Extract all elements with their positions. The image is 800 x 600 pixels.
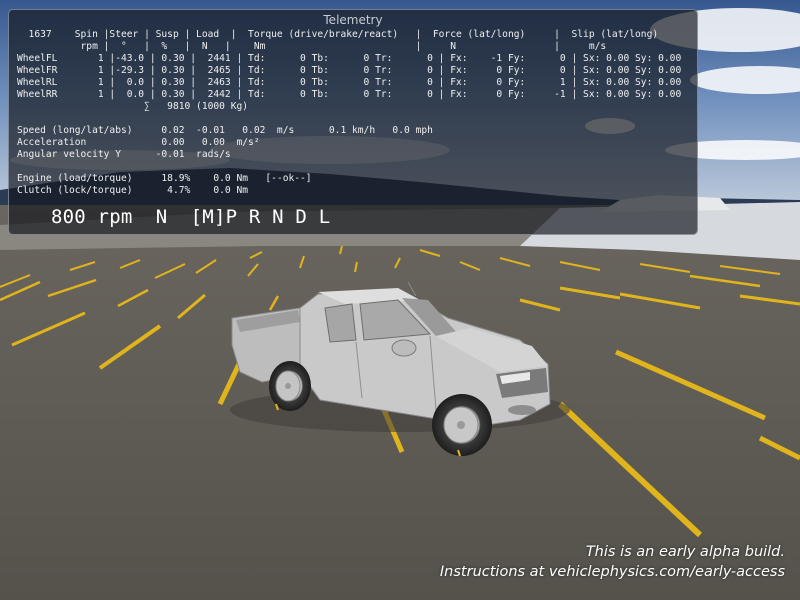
notice-line-1: This is an early alpha build.	[585, 544, 785, 560]
telemetry-wheel-fr: WheelFR 1 |-29.3 | 0.30 | 2465 | Td: 0 T…	[17, 65, 682, 76]
telemetry-acceleration: Acceleration 0.00 0.00 m/s²	[17, 137, 260, 148]
telemetry-panel: Telemetry 1637 Spin |Steer | Susp | Load…	[8, 9, 698, 235]
telemetry-title: Telemetry	[323, 13, 383, 27]
telemetry-header-units: rpm | ° | % | N | Nm | N | m/s	[17, 41, 607, 52]
notice-line-2: Instructions at vehiclephysics.com/early…	[439, 564, 785, 580]
telemetry-wheel-fl: WheelFL 1 |-43.0 | 0.30 | 2441 | Td: 0 T…	[17, 53, 682, 64]
rear-wheel	[269, 361, 311, 411]
rpm-gear-indicator: 800 rpm N [M]P R N D L	[51, 206, 331, 228]
telemetry-header-labels: 1637 Spin |Steer | Susp | Load | Torque …	[17, 29, 659, 40]
telemetry-speed: Speed (long/lat/abs) 0.02 -0.01 0.02 m/s…	[17, 125, 433, 136]
alpha-build-notice: This is an early alpha build. Instructio…	[440, 542, 785, 582]
telemetry-engine: Engine (load/torque) 18.9% 0.0 Nm [--ok-…	[17, 173, 312, 184]
telemetry-load-sum: ∑ 9810 (1000 Kg)	[17, 101, 249, 112]
telemetry-wheel-rr: WheelRR 1 | 0.0 | 0.30 | 2442 | Td: 0 Tb…	[17, 89, 682, 100]
telemetry-clutch: Clutch (lock/torque) 4.7% 0.0 Nm	[17, 185, 249, 196]
telemetry-wheel-rl: WheelRL 1 | 0.0 | 0.30 | 2463 | Td: 0 Tb…	[17, 77, 682, 88]
telemetry-angular-velocity: Angular velocity Y -0.01 rads/s	[17, 149, 231, 160]
front-wheel	[432, 394, 492, 456]
